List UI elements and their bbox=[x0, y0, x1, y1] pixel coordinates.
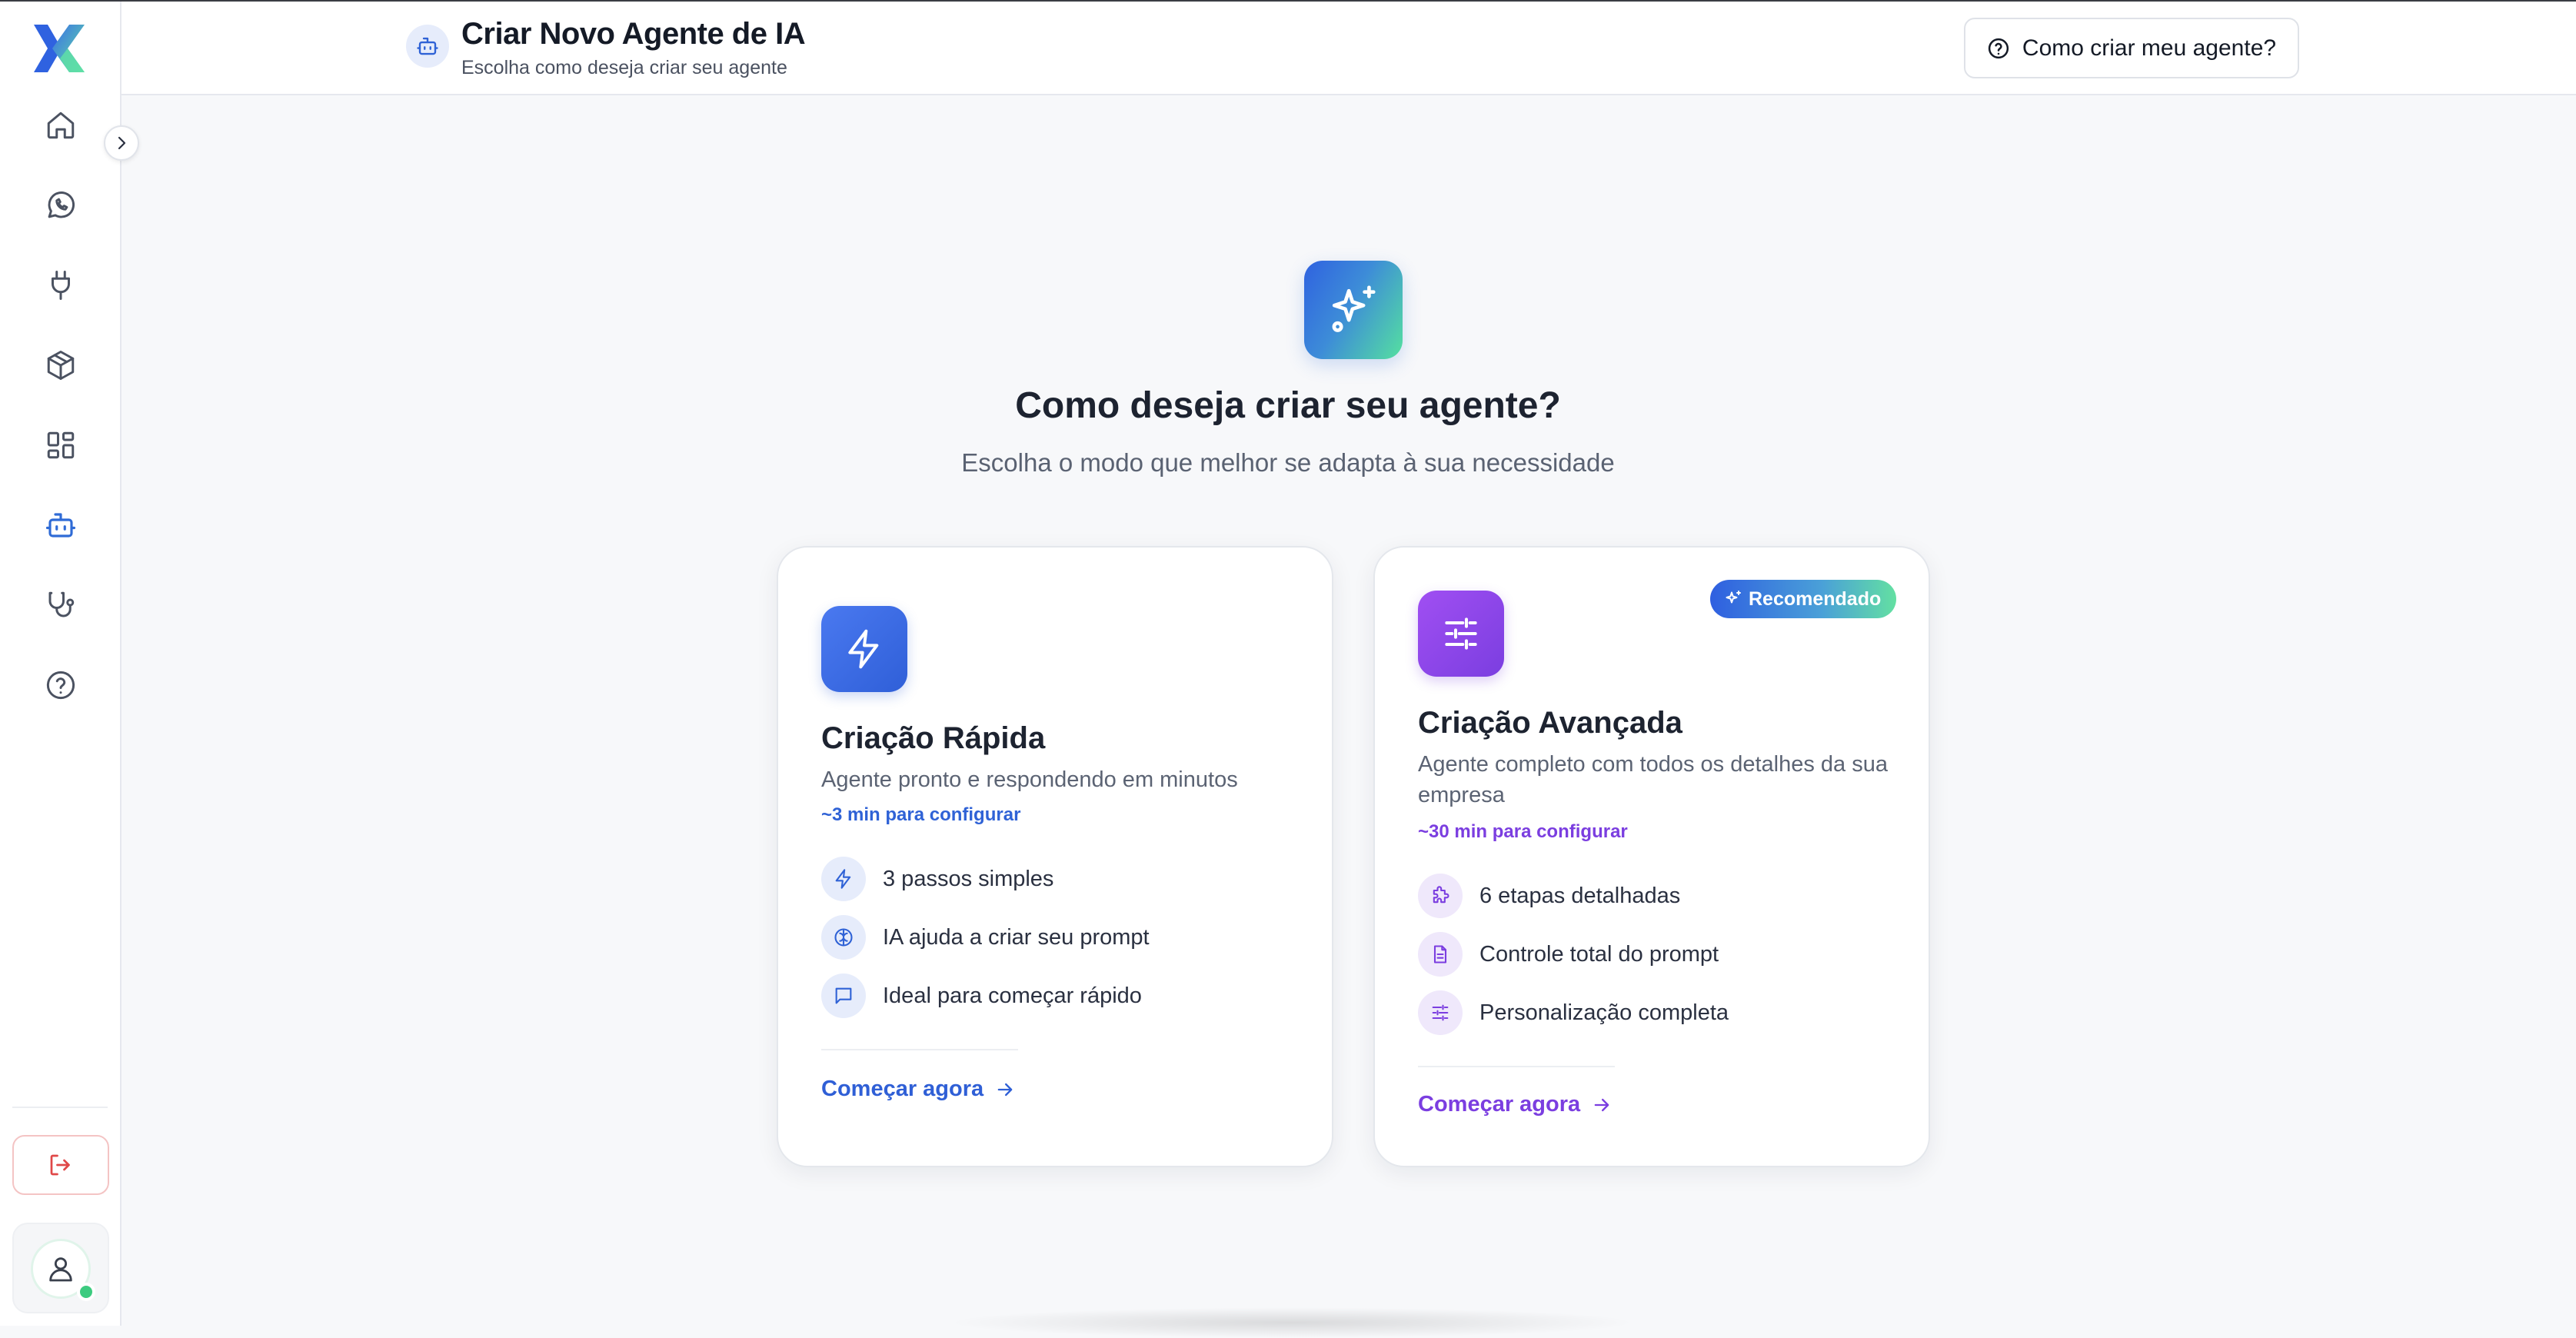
puzzle-icon bbox=[1418, 874, 1463, 918]
feature-label: 6 etapas detalhadas bbox=[1479, 883, 1681, 908]
quick-start-link[interactable]: Começar agora bbox=[821, 1077, 1016, 1102]
message-square-icon bbox=[821, 974, 866, 1018]
sidebar-divider bbox=[12, 1107, 108, 1108]
card-divider bbox=[821, 1049, 1018, 1050]
page-title: Criar Novo Agente de IA bbox=[461, 17, 806, 51]
quick-creation-card[interactable]: Criação Rápida Agente pronto e responden… bbox=[777, 546, 1333, 1167]
logout-icon bbox=[50, 1154, 70, 1176]
chevron-right-icon bbox=[118, 136, 126, 150]
sidebar-item-agents[interactable] bbox=[30, 494, 92, 556]
user-profile[interactable] bbox=[12, 1223, 109, 1313]
card-time-estimate: ~3 min para configurar bbox=[821, 804, 1021, 825]
sidebar-expand-button[interactable] bbox=[104, 125, 139, 161]
card-description: Agente pronto e respondendo em minutos bbox=[821, 767, 1238, 792]
sliders-icon bbox=[1418, 591, 1504, 677]
feature-item: Ideal para começar rápido bbox=[821, 974, 1142, 1018]
advanced-creation-card[interactable]: Recomendado Criação Avançada Agente comp… bbox=[1373, 546, 1930, 1167]
sidebar-item-help[interactable] bbox=[30, 654, 92, 716]
feature-label: Personalização completa bbox=[1479, 1000, 1729, 1025]
badge-label: Recomendado bbox=[1749, 587, 1882, 610]
sparkles-hero-icon bbox=[1304, 261, 1403, 359]
online-status-dot bbox=[77, 1283, 95, 1301]
bot-icon bbox=[45, 513, 76, 538]
card-title: Criação Avançada bbox=[1418, 706, 1682, 740]
page-header: Criar Novo Agente de IA Escolha como des… bbox=[121, 2, 2576, 95]
bottom-scroll-shadow bbox=[946, 1307, 1638, 1338]
feature-item: 3 passos simples bbox=[821, 857, 1053, 901]
card-title: Criação Rápida bbox=[821, 721, 1046, 755]
home-icon bbox=[47, 112, 75, 139]
plug-icon bbox=[52, 271, 70, 300]
card-time-estimate: ~30 min para configurar bbox=[1418, 821, 1628, 842]
sidebar-item-whatsapp[interactable] bbox=[30, 175, 92, 236]
zap-icon bbox=[821, 606, 907, 692]
file-text-icon bbox=[1418, 932, 1463, 977]
zap-icon bbox=[821, 857, 866, 901]
stethoscope-icon bbox=[48, 591, 75, 617]
sliders-icon bbox=[1418, 990, 1463, 1035]
advanced-start-link[interactable]: Começar agora bbox=[1418, 1092, 1612, 1117]
sidebar-item-health[interactable] bbox=[30, 574, 92, 636]
whatsapp-icon bbox=[48, 191, 75, 218]
header-bot-icon bbox=[406, 25, 449, 68]
arrow-right-icon bbox=[1594, 1098, 1609, 1111]
how-to-create-button[interactable]: Como criar meu agente? bbox=[1964, 18, 2299, 78]
cta-label: Começar agora bbox=[821, 1077, 984, 1101]
card-divider bbox=[1418, 1066, 1615, 1067]
page-subtitle: Escolha como deseja criar seu agente bbox=[461, 57, 787, 78]
recommended-badge: Recomendado bbox=[1710, 580, 1897, 618]
feature-item: IA ajuda a criar seu prompt bbox=[821, 915, 1150, 960]
help-circle-icon bbox=[46, 671, 75, 700]
logout-button[interactable] bbox=[12, 1135, 109, 1195]
feature-label: Ideal para começar rápido bbox=[883, 983, 1142, 1008]
sidebar-item-home[interactable] bbox=[30, 95, 92, 156]
feature-item: 6 etapas detalhadas bbox=[1418, 874, 1680, 918]
app-logo[interactable] bbox=[29, 18, 89, 78]
card-description: Agente completo com todos os detalhes da… bbox=[1418, 752, 1888, 807]
sparkles-icon bbox=[1726, 591, 1741, 604]
brain-icon bbox=[821, 915, 866, 960]
arrow-right-icon bbox=[997, 1083, 1013, 1096]
how-to-create-label: Como criar meu agente? bbox=[2022, 35, 2277, 61]
sidebar-item-integrations[interactable] bbox=[30, 255, 92, 316]
user-icon bbox=[49, 1257, 72, 1282]
feature-item: Controle total do prompt bbox=[1418, 932, 1719, 977]
feature-label: IA ajuda a criar seu prompt bbox=[883, 924, 1150, 950]
cta-label: Começar agora bbox=[1418, 1092, 1581, 1117]
feature-label: 3 passos simples bbox=[883, 866, 1054, 891]
help-circle-icon bbox=[1988, 38, 2009, 58]
feature-label: Controle total do prompt bbox=[1479, 941, 1719, 967]
feature-item: Personalização completa bbox=[1418, 990, 1729, 1035]
sidebar bbox=[0, 2, 121, 1326]
package-icon bbox=[47, 351, 75, 380]
hero-title: Como deseja criar seu agente? bbox=[1015, 385, 1561, 426]
hero-subtitle: Escolha o modo que melhor se adapta à su… bbox=[961, 448, 1615, 477]
